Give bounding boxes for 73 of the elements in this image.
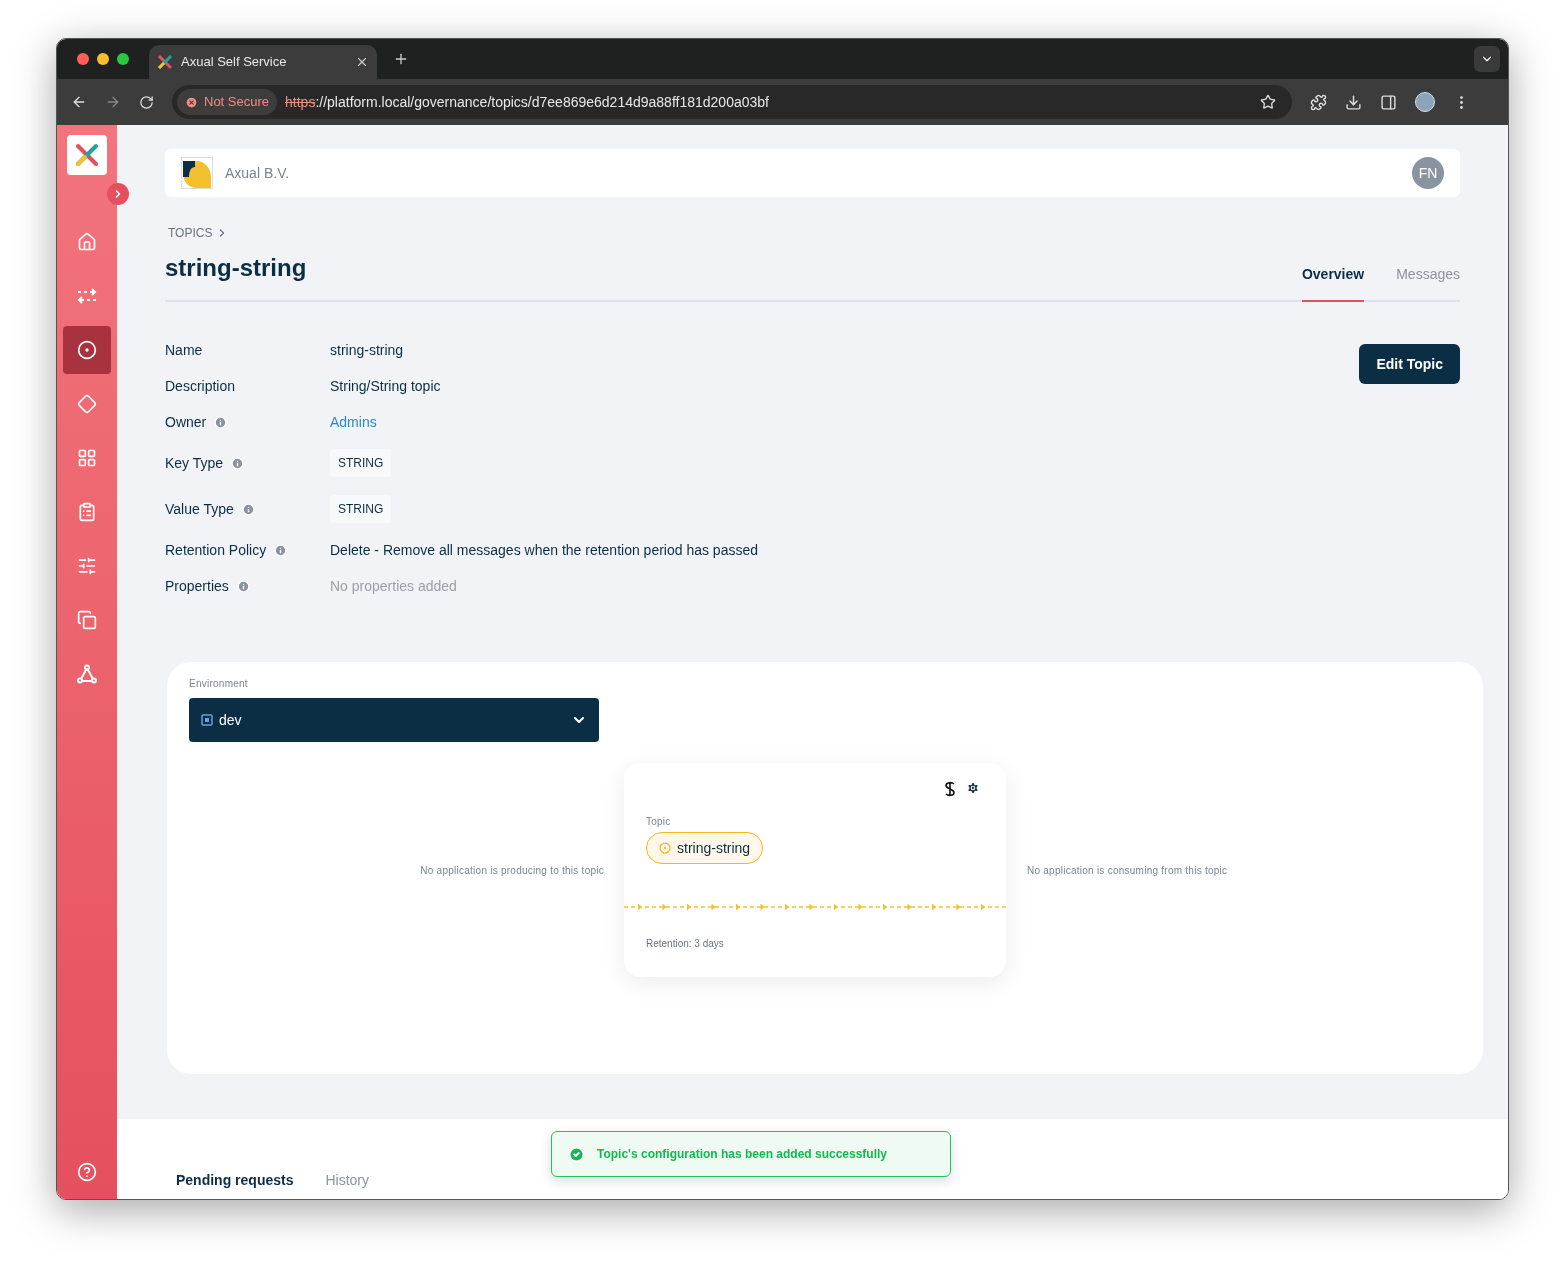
back-icon[interactable] [71,94,87,110]
page-tab[interactable]: Overview [1301,264,1365,302]
organization-logo-icon [181,157,213,189]
toast-message: Topic's configuration has been added successfully [597,1146,888,1163]
retention-text: Retention: 3 days [646,937,725,951]
environment-label: Environment [189,677,249,691]
browser-tab[interactable]: Axual Self Service [149,45,377,79]
not-secure-chip[interactable]: Not Secure [177,89,278,115]
request-tab[interactable]: Pending requests [176,1170,294,1191]
minimize-window-icon[interactable] [97,53,109,65]
bookmark-icon[interactable] [1260,94,1276,110]
diamond-icon [77,394,97,414]
check-icon [568,1145,585,1163]
cube-icon [201,714,213,726]
type-badge: STRING [330,495,392,523]
address-bar[interactable]: Not Secure https://platform.local/governance/topics/d7ee869e6d214d9a88ff181d200a03bf [172,85,1292,119]
forward-icon[interactable] [105,94,121,110]
url-text: https://platform.local/governance/topics/d7ee869e6d214d9a88ff181d200a03bf [285,92,770,112]
edit-topic-button[interactable]: Edit Topic [1359,344,1460,384]
expand-sidebar-button[interactable] [107,183,129,205]
clipboard-icon [77,502,97,522]
info-icon[interactable] [236,579,250,593]
detail-label: Retention Policy [165,540,267,560]
info-icon[interactable] [231,456,245,470]
detail-label: Owner [165,412,207,432]
consumers-message: No application is consuming from this topic [1026,863,1229,878]
side-panel-icon[interactable] [1380,93,1397,111]
dashed-arrows-icon [77,287,97,305]
topic-name: string-string [677,838,751,858]
info-icon[interactable] [241,502,255,516]
detail-label: Key Type [165,453,224,473]
producers-message: No application is producing to this topic [419,863,605,878]
detail-value: Delete - Remove all messages when the retention period has passed [330,540,759,560]
warning-icon [185,95,198,109]
detail-label: Description [165,376,236,396]
new-tab-icon[interactable] [393,51,409,67]
reload-icon[interactable] [139,94,154,110]
copy-icon [77,610,97,630]
detail-value: No properties added [330,576,457,596]
profile-avatar[interactable] [1415,92,1435,112]
tab-list-button[interactable] [1474,46,1500,72]
info-icon[interactable] [274,543,288,557]
target-icon [77,340,97,360]
settings-icon[interactable] [966,781,980,795]
detail-label: Value Type [165,499,234,519]
topic-label: Topic [646,815,672,829]
detail-value: string-string [330,340,404,360]
detail-value: String/String topic [330,376,441,396]
sidebar-item[interactable] [63,326,111,374]
environment-select[interactable]: dev [189,698,599,742]
download-icon[interactable] [1345,93,1362,111]
tab-title: Axual Self Service [181,53,288,72]
detail-label: Name [165,340,203,360]
logo-icon [74,142,100,168]
close-tab-icon[interactable] [355,55,369,69]
detail-label: Properties [165,576,229,596]
maximize-window-icon[interactable] [117,53,129,65]
info-icon[interactable] [214,415,228,429]
sliders-icon [77,556,97,576]
breadcrumb-link[interactable]: TOPICS [168,224,213,242]
organization-name: Axual B.V. [225,163,291,183]
environment-value: dev [219,710,243,730]
extensions-icon[interactable] [1310,93,1327,111]
app-logo-icon [157,54,173,70]
home-icon [77,232,97,252]
page-title: string-string [165,253,308,283]
help-icon[interactable] [77,1162,97,1182]
type-badge: STRING [330,449,392,477]
grid-icon [77,448,97,468]
close-window-icon[interactable] [77,53,89,65]
topic-dot-icon [659,842,671,854]
triangle-nodes-icon [77,664,97,684]
app-logo[interactable] [67,135,107,175]
